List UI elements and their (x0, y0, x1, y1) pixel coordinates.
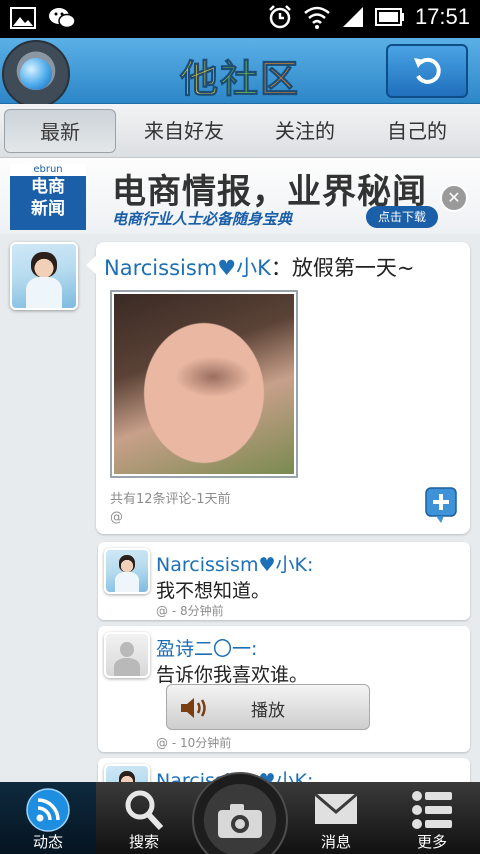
refresh-icon (414, 57, 441, 84)
tab-mine[interactable]: 自己的 (358, 109, 476, 153)
comment-avatar[interactable] (104, 764, 150, 782)
nav-feed[interactable]: 动态 (0, 782, 96, 854)
comment-text: 我不想知道。 (156, 580, 271, 602)
nav-messages[interactable]: 消息 (288, 782, 384, 854)
nav-more[interactable]: 更多 (384, 782, 480, 854)
nav-messages-label: 消息 (320, 833, 351, 851)
voice-play-label: 播放 (251, 701, 285, 721)
post-meta: 共有12条评论-1天前 (110, 492, 231, 507)
comment-username[interactable]: 盈诗二〇一: (156, 634, 257, 661)
comment-item[interactable]: 盈诗二〇一: 告诉你我喜欢谁。 播放 @ - 10分钟前 (98, 626, 470, 752)
nav-camera-button[interactable] (192, 772, 288, 854)
comment-meta: @ - 8分钟前 (156, 604, 224, 618)
post-photo[interactable] (110, 290, 298, 478)
ad-subline: 电商行业人士必备随身宝典 (112, 210, 293, 228)
ad-logo-brand: ebrun (10, 164, 86, 176)
post-author-avatar[interactable] (10, 242, 78, 310)
comment-meta: @ - 10分钟前 (156, 736, 232, 750)
comment-avatar[interactable] (104, 632, 150, 678)
comment-username[interactable]: Narcissism♥小K: (156, 550, 313, 577)
add-comment-icon[interactable] (424, 486, 458, 524)
voice-play-button[interactable]: 播放 (166, 684, 370, 730)
ad-banner[interactable]: ebrun 电商 新闻 电商情报，业界秘闻 电商行业人士必备随身宝典 点击下载 (0, 158, 480, 234)
feed-icon (26, 788, 70, 832)
comment-text: 告诉你我喜欢谁。 (156, 664, 309, 686)
more-list-icon (412, 791, 452, 829)
signal-icon (342, 7, 363, 27)
tab-following[interactable]: 关注的 (252, 109, 358, 153)
tab-from-friends[interactable]: 来自好友 (116, 109, 252, 153)
nav-more-label: 更多 (416, 833, 447, 851)
ad-logo-line1: 电商 (31, 177, 65, 197)
wifi-icon (304, 6, 330, 29)
ad-download-button[interactable]: 点击下载 (366, 206, 438, 228)
close-icon: ✕ (447, 188, 461, 207)
clock-text: 17:51 (414, 4, 470, 29)
comment-item[interactable]: Narcissism♥小K: (98, 758, 470, 782)
camera-icon (218, 804, 262, 838)
post-header: Narcissism♥小K：放假第一天~ (104, 252, 414, 282)
gallery-icon (10, 7, 36, 29)
wechat-icon (49, 8, 76, 29)
search-icon (125, 790, 164, 831)
tab-bar: 最新 来自好友 关注的 自己的 (0, 104, 480, 158)
status-bar: 17:51 (0, 0, 480, 38)
post-card[interactable]: Narcissism♥小K：放假第一天~ 共有12条评论-1天前 @ (86, 242, 470, 534)
tab-latest[interactable]: 最新 (4, 108, 116, 153)
ad-close-button[interactable]: ✕ (440, 184, 468, 212)
title-char-1: 他 (179, 57, 220, 102)
battery-icon (374, 8, 404, 26)
title-char-2: 社 (219, 57, 260, 102)
comment-item[interactable]: Narcissism♥小K: 我不想知道。 @ - 8分钟前 (98, 542, 470, 620)
nav-search[interactable]: 搜索 (96, 782, 192, 854)
title-bar: 他社区 (0, 38, 480, 108)
post-separator: ： (270, 256, 292, 280)
ad-logo-line2: 新闻 (31, 199, 65, 219)
ad-logo: ebrun 电商 新闻 (10, 164, 86, 230)
feed-list[interactable]: Narcissism♥小K：放假第一天~ 共有12条评论-1天前 @ Narci… (0, 234, 480, 782)
post-username[interactable]: Narcissism♥小K (104, 256, 271, 280)
title-char-3: 区 (259, 57, 301, 102)
bottom-nav: 动态 搜索 消息 更多 (0, 772, 480, 854)
refresh-button[interactable] (386, 44, 468, 98)
post-mention: @ (110, 510, 123, 525)
post-text: 放假第一天~ (291, 256, 415, 280)
comment-avatar[interactable] (104, 548, 150, 594)
nav-feed-label: 动态 (32, 833, 63, 851)
mail-icon (314, 792, 358, 824)
alarm-icon (269, 5, 291, 29)
nav-search-label: 搜索 (128, 833, 159, 851)
